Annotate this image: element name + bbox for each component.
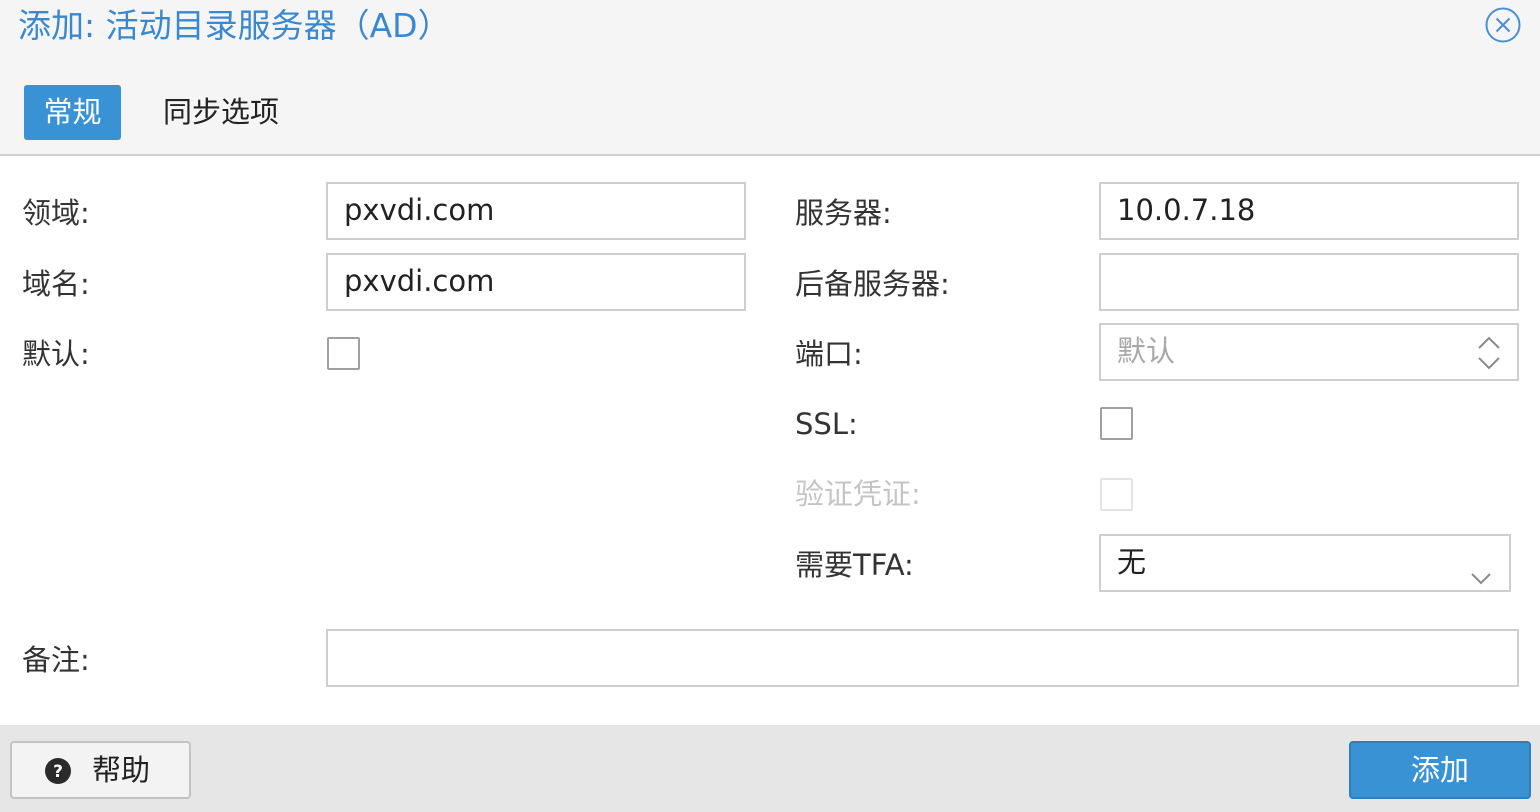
tab-general[interactable]: 常规 [24, 85, 121, 140]
domain-input[interactable]: pxvdi.com [326, 253, 746, 311]
question-circle-icon: ? [44, 757, 72, 785]
server-input[interactable]: 10.0.7.18 [1099, 182, 1519, 240]
ssl-checkbox[interactable] [1100, 407, 1133, 440]
svg-text:?: ? [53, 762, 63, 782]
fallback-server-label: 后备服务器: [795, 267, 950, 301]
port-label: 端口: [795, 337, 863, 371]
verify-cert-checkbox [1100, 478, 1133, 511]
require-tfa-label: 需要TFA: [795, 548, 914, 582]
comment-label: 备注: [22, 643, 90, 677]
require-tfa-value: 无 [1117, 545, 1147, 579]
realm-input[interactable]: pxvdi.com [326, 182, 746, 240]
add-ad-server-dialog: 添加: 活动目录服务器（AD） 常规 同步选项 领域: pxvdi.com 域名… [0, 0, 1540, 812]
chevron-down-icon[interactable] [1469, 552, 1493, 585]
spinner-updown-icon[interactable] [1475, 334, 1503, 372]
comment-input[interactable] [326, 629, 1519, 687]
port-placeholder: 默认 [1117, 334, 1176, 368]
server-label: 服务器: [795, 196, 892, 230]
dialog-footer: ? 帮助 添加 [0, 725, 1540, 812]
port-input[interactable]: 默认 [1099, 323, 1519, 381]
default-label: 默认: [22, 337, 90, 371]
realm-label: 领域: [22, 196, 90, 230]
help-button-label: 帮助 [92, 753, 151, 787]
domain-label: 域名: [22, 267, 90, 301]
ssl-label: SSL: [795, 407, 858, 441]
help-button[interactable]: ? 帮助 [10, 741, 191, 799]
dialog-header: 添加: 活动目录服务器（AD） 常规 同步选项 [0, 0, 1540, 156]
tab-sync-options[interactable]: 同步选项 [163, 85, 279, 140]
verify-cert-label: 验证凭证: [795, 477, 921, 511]
require-tfa-select[interactable]: 无 [1099, 534, 1511, 592]
dialog-title: 添加: 活动目录服务器（AD） [18, 6, 451, 45]
default-checkbox[interactable] [327, 337, 360, 370]
close-icon[interactable] [1484, 6, 1522, 44]
add-button[interactable]: 添加 [1349, 741, 1531, 799]
fallback-server-input[interactable] [1099, 253, 1519, 311]
